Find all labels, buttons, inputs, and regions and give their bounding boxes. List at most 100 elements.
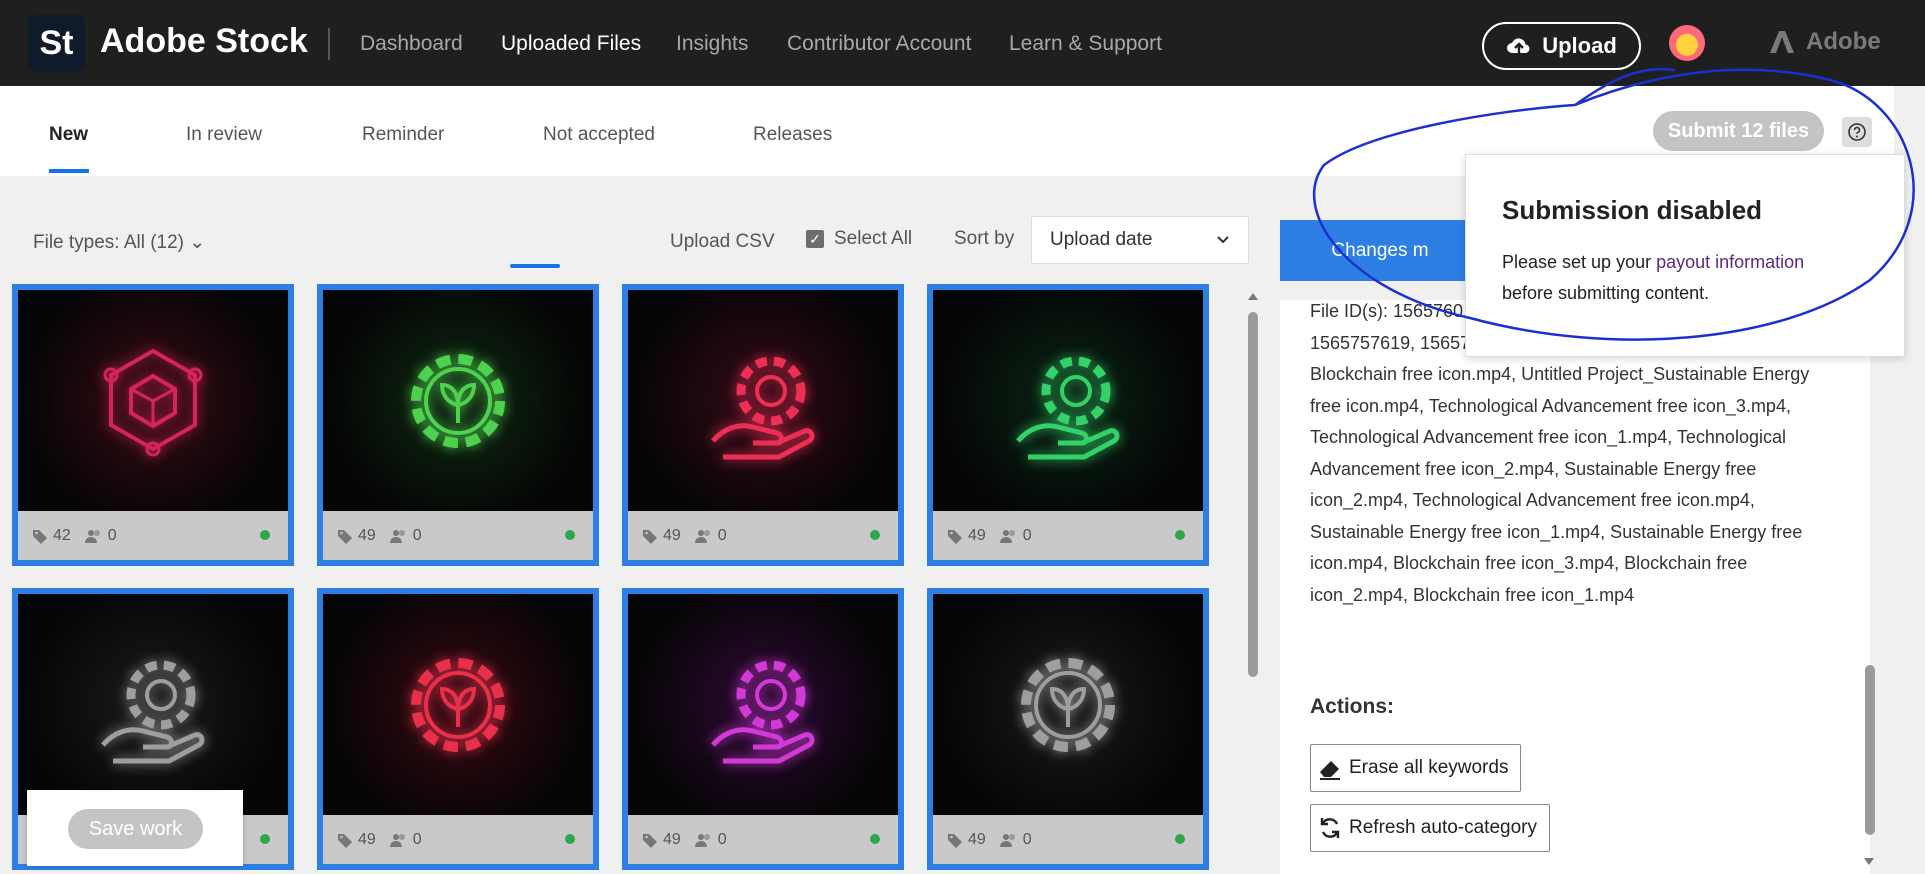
nav-contributor-account[interactable]: Contributor Account	[787, 32, 971, 56]
keyword-count-value: 49	[968, 830, 986, 848]
nav-learn-support[interactable]: Learn & Support	[1009, 32, 1162, 56]
file-card[interactable]: 49 0	[622, 588, 904, 870]
people-count: 0	[999, 526, 1032, 545]
tab-releases[interactable]: Releases	[753, 124, 832, 146]
people-count-value: 0	[107, 526, 117, 544]
keyword-count-value: 49	[358, 526, 376, 544]
file-thumbnail[interactable]	[628, 594, 898, 815]
people-count-value: 0	[1022, 526, 1032, 544]
blockchain-icon	[103, 348, 203, 456]
keyword-count: 49	[337, 831, 376, 849]
hand-icon	[711, 660, 815, 763]
keyword-count: 49	[642, 527, 681, 545]
file-meta: 49 0	[323, 511, 593, 560]
people-icon	[389, 529, 405, 543]
refresh-icon	[1320, 818, 1340, 838]
brand-name[interactable]: Adobe Stock	[100, 22, 308, 61]
keyword-count-value: 42	[53, 526, 71, 544]
question-icon	[1848, 123, 1866, 141]
tab-in-review[interactable]: In review	[186, 124, 262, 146]
file-thumbnail[interactable]	[18, 594, 288, 815]
submit-files-button[interactable]: Submit 12 files	[1653, 111, 1824, 151]
gear-icon	[1021, 657, 1115, 752]
nav-dashboard[interactable]: Dashboard	[360, 32, 463, 56]
tab-new[interactable]: New	[49, 124, 88, 146]
file-card[interactable]: 49 0	[622, 284, 904, 566]
upload-button[interactable]: Upload	[1482, 22, 1641, 70]
popover-text-start: Please set up your	[1502, 252, 1657, 272]
people-icon	[999, 833, 1015, 847]
file-meta: 49 0	[628, 815, 898, 864]
filter-indicator	[510, 264, 560, 268]
nav-divider	[328, 28, 330, 60]
hand-icon	[101, 660, 205, 763]
panel-scroll-thumb[interactable]	[1865, 665, 1875, 835]
sort-value: Upload date	[1050, 229, 1153, 250]
submission-disabled-popover: Submission disabled Please set up your p…	[1465, 154, 1905, 357]
tab-reminder[interactable]: Reminder	[362, 124, 444, 146]
tab-not-accepted[interactable]: Not accepted	[543, 124, 655, 146]
people-count: 0	[389, 526, 422, 545]
hand-icon	[1016, 356, 1120, 459]
chevron-down-icon: ⌄	[189, 232, 206, 253]
adobe-a-icon	[1770, 31, 1794, 53]
nav-insights[interactable]: Insights	[676, 32, 748, 56]
file-card[interactable]: 49 0	[927, 284, 1209, 566]
changes-button[interactable]: Changes m	[1280, 220, 1480, 281]
user-avatar[interactable]	[1669, 25, 1705, 61]
save-work-button[interactable]: Save work	[68, 809, 203, 849]
people-count: 0	[999, 831, 1032, 849]
select-all-checkbox[interactable]: ✓	[806, 230, 824, 248]
file-thumbnail[interactable]	[628, 290, 898, 511]
tag-icon	[643, 529, 657, 544]
file-meta: 49 0	[628, 511, 898, 560]
file-card[interactable]: 42 0	[12, 284, 294, 566]
file-thumbnail[interactable]	[323, 594, 593, 815]
people-icon	[389, 833, 405, 847]
hand-icon	[711, 356, 815, 459]
people-count: 0	[694, 527, 727, 545]
grid-scroll-thumb[interactable]	[1248, 312, 1258, 677]
people-count-value: 0	[412, 526, 422, 544]
keyword-count: 49	[642, 831, 681, 849]
payout-information-link[interactable]: payout information	[1656, 252, 1804, 272]
people-icon	[694, 529, 710, 543]
active-tab-indicator	[49, 169, 89, 173]
panel-scrollbar[interactable]	[1862, 300, 1876, 874]
grid-scrollbar[interactable]	[1246, 286, 1260, 874]
file-thumbnail[interactable]	[323, 290, 593, 511]
upload-csv-link[interactable]: Upload CSV	[670, 231, 775, 253]
file-thumbnail[interactable]	[933, 594, 1203, 815]
refresh-category-button[interactable]: Refresh auto-category	[1310, 804, 1550, 852]
eraser-icon	[1320, 761, 1340, 780]
adobe-logo[interactable]: Adobe	[1770, 28, 1881, 56]
erase-keywords-button[interactable]: Erase all keywords	[1310, 744, 1522, 792]
file-toolbar: File types: All (12) ⌄ Upload CSV ✓ Sele…	[0, 176, 1270, 286]
keyword-count-value: 49	[663, 830, 681, 848]
popover-message: Please set up your payout information be…	[1502, 247, 1882, 309]
adobe-stock-logo[interactable]: St	[28, 15, 85, 72]
file-meta: 49 0	[323, 815, 593, 864]
help-button[interactable]	[1842, 117, 1872, 147]
file-card[interactable]: 49 0	[317, 284, 599, 566]
status-dot	[260, 530, 270, 540]
status-dot	[565, 834, 575, 844]
gear-icon	[411, 353, 505, 448]
save-work-bar: Save work	[27, 790, 243, 866]
sort-select[interactable]: Upload date	[1031, 216, 1249, 264]
cloud-upload-icon	[1507, 38, 1530, 55]
people-icon	[694, 833, 710, 847]
file-thumbnail[interactable]	[18, 290, 288, 511]
file-types-filter[interactable]: File types: All (12) ⌄	[33, 231, 205, 254]
file-types-label: File types: All (12)	[33, 232, 184, 253]
select-all-control[interactable]: ✓ Select All	[806, 228, 912, 250]
people-icon	[84, 529, 100, 543]
actions-heading: Actions:	[1310, 695, 1394, 718]
file-card[interactable]: 49 0	[927, 588, 1209, 870]
keyword-count: 42	[32, 527, 71, 545]
scroll-down-arrow-icon	[1864, 858, 1874, 865]
file-thumbnail[interactable]	[933, 290, 1203, 511]
file-card[interactable]: 49 0	[317, 588, 599, 870]
nav-uploaded-files[interactable]: Uploaded Files	[501, 32, 641, 56]
people-count-value: 0	[412, 830, 422, 848]
